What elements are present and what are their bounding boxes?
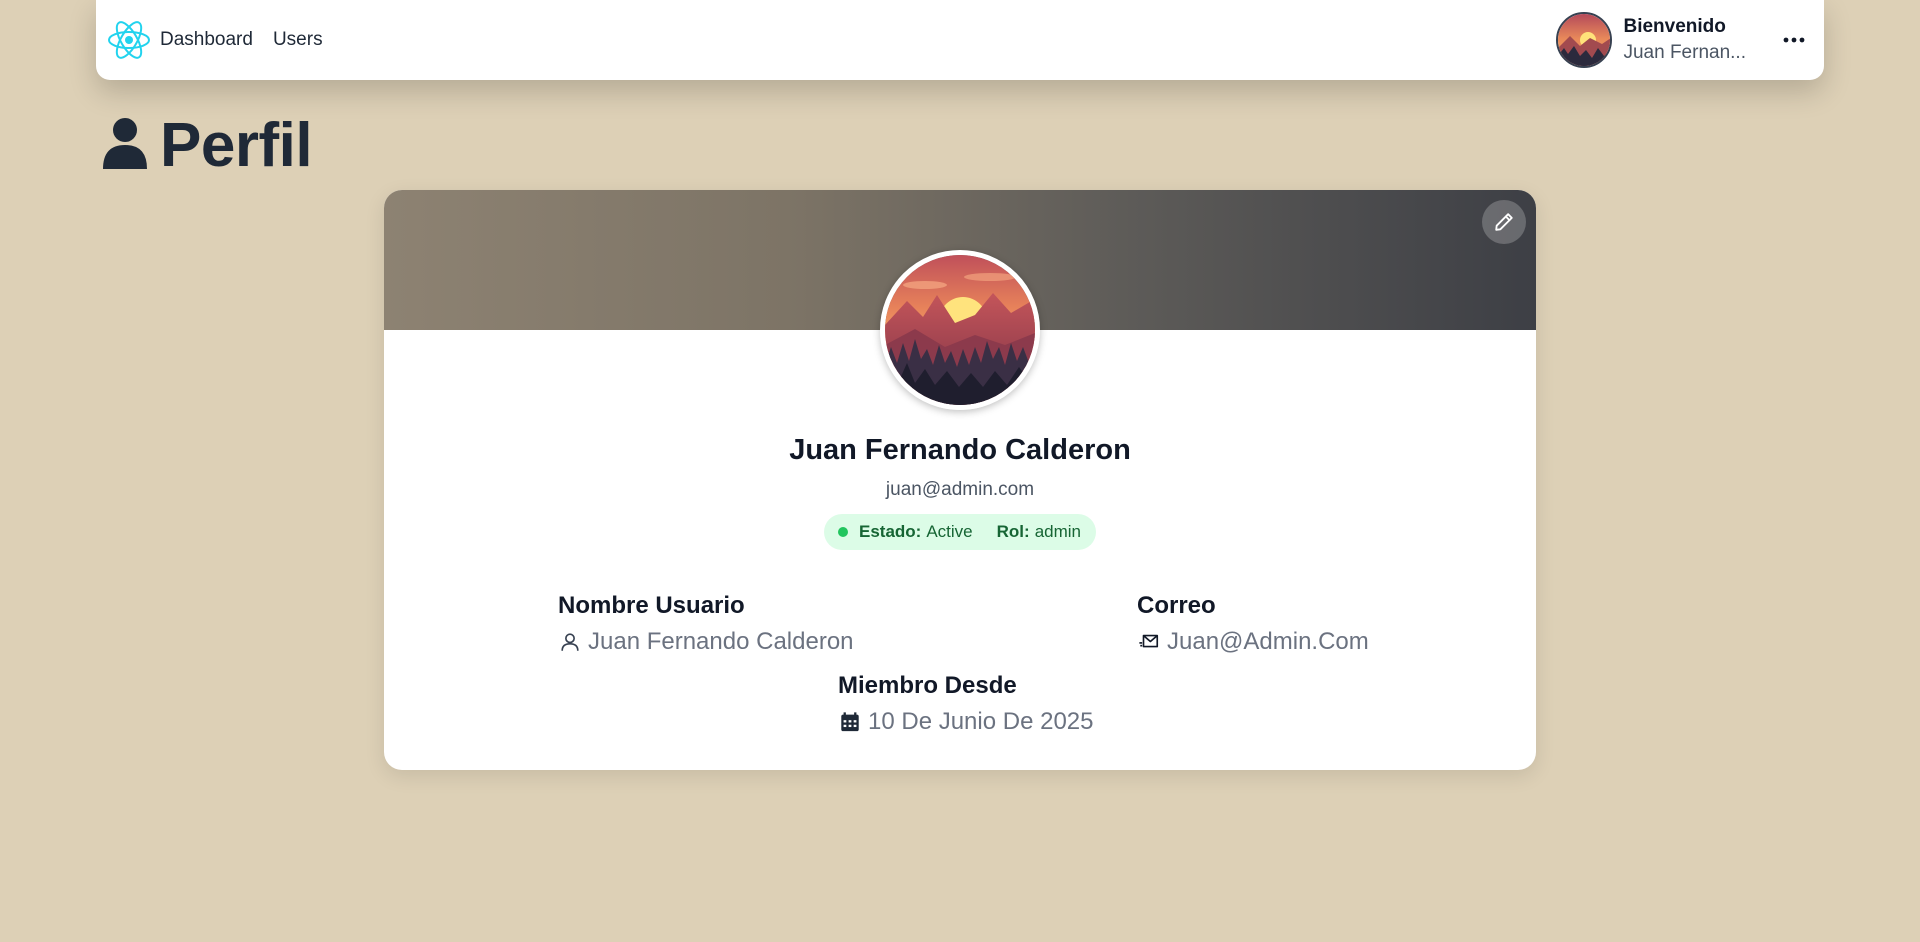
greeting-name: Juan Fernan... — [1623, 42, 1746, 63]
user-menu: Bienvenido Juan Fernan... — [1556, 12, 1812, 68]
calendar-icon — [838, 710, 862, 734]
status-value: Active — [926, 522, 973, 541]
page-title: Perfil — [160, 111, 313, 180]
field-email-label: Correo — [1137, 592, 1216, 619]
page-header: Perfil — [102, 110, 313, 181]
role-label: Rol: — [996, 522, 1030, 541]
field-email-value: Juan@Admin.Com — [1167, 628, 1369, 655]
mail-send-icon — [1137, 630, 1161, 654]
top-navbar: Dashboard Users Bienvenido Juan Fernan..… — [96, 0, 1824, 80]
profile-card: Juan Fernando Calderon juan@admin.com Es… — [384, 190, 1536, 770]
profile-avatar — [880, 250, 1040, 410]
react-atom-icon[interactable] — [106, 17, 152, 63]
greeting: Bienvenido Juan Fernan... — [1623, 16, 1746, 64]
nav-link-users[interactable]: Users — [273, 29, 323, 51]
user-icon — [102, 117, 148, 174]
profile-email: juan@admin.com — [885, 479, 1035, 500]
status-badge: Estado: Active Rol: admin — [824, 514, 1096, 550]
user-outline-icon — [558, 630, 582, 654]
greeting-title: Bienvenido — [1623, 16, 1726, 37]
nav-links: Dashboard Users — [160, 29, 323, 51]
profile-name: Juan Fernando Calderon — [789, 434, 1131, 466]
field-username-value: Juan Fernando Calderon — [588, 628, 854, 655]
more-horizontal-icon[interactable] — [1776, 22, 1812, 58]
field-member-since-label: Miembro Desde — [838, 672, 1017, 699]
avatar[interactable] — [1556, 12, 1613, 68]
field-email: Correo Juan@Admin.Com — [1137, 592, 1369, 656]
field-member-since: Miembro Desde 10 De Junio De 2025 — [838, 672, 1094, 736]
field-username-label: Nombre Usuario — [558, 592, 745, 619]
field-username: Nombre Usuario Juan Fernando Calderon — [558, 592, 854, 656]
status-label: Estado: — [859, 522, 922, 541]
pencil-icon[interactable] — [1482, 200, 1526, 244]
nav-link-dashboard[interactable]: Dashboard — [160, 29, 253, 51]
status-dot-icon — [838, 527, 848, 537]
role-value: admin — [1034, 522, 1081, 541]
field-member-since-value: 10 De Junio De 2025 — [868, 708, 1094, 735]
